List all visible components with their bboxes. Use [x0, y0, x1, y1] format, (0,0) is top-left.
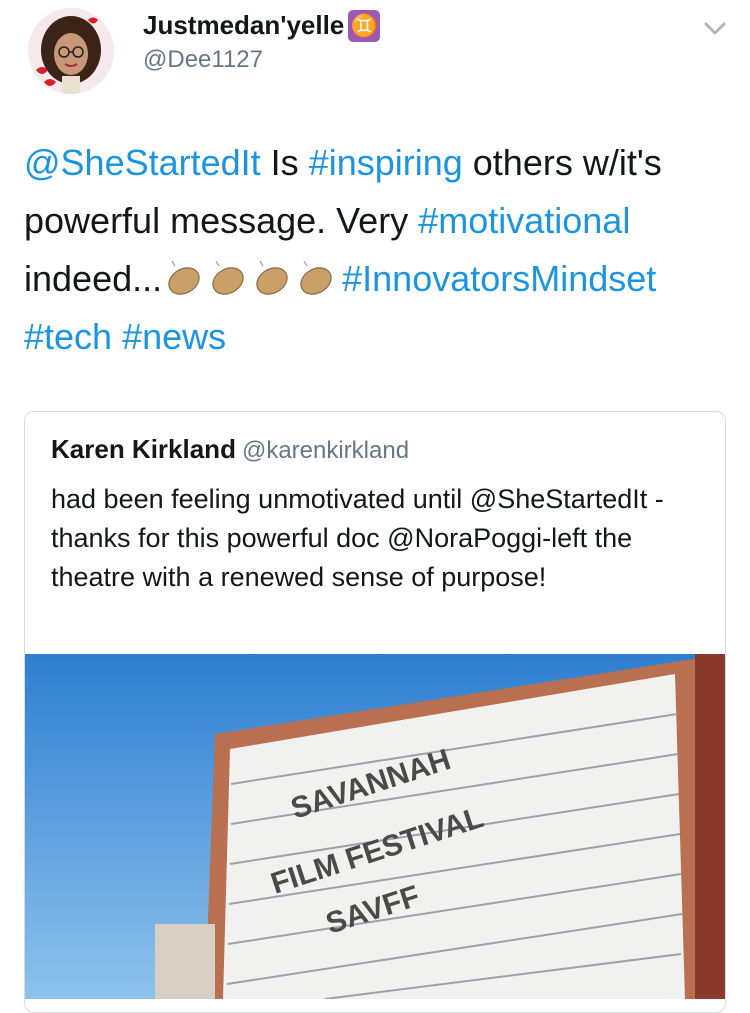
quoted-author[interactable]: Karen Kirkland @karenkirkland [51, 434, 409, 465]
author-handle[interactable]: @Dee1127 [143, 46, 263, 74]
hashtag-link[interactable]: #news [122, 316, 226, 357]
quoted-author-name: Karen Kirkland [51, 434, 236, 464]
hashtag-link[interactable]: #motivational [418, 200, 630, 241]
tweet-text: @SheStartedIt Is #inspiring others w/it'… [24, 134, 734, 366]
tweet-text-segment: Is [260, 142, 309, 183]
hashtag-link[interactable]: #InnovatorsMindset [342, 258, 656, 299]
quoted-tweet-text: had been feeling unmotivated until @SheS… [51, 484, 664, 592]
chevron-down-icon[interactable] [700, 14, 730, 44]
author-name-text: Justmedan'yelle [143, 10, 345, 40]
avatar-illustration [28, 8, 114, 94]
clapping-hands-icon [168, 260, 332, 295]
gemini-badge: ♊ [348, 10, 381, 42]
tweet-text-segment: indeed... [24, 258, 163, 299]
quoted-tweet-image[interactable]: SAVANNAH FILM FESTIVAL SAVFF [25, 654, 725, 999]
mention-link[interactable]: @SheStartedIt [24, 142, 261, 183]
author-display-name[interactable]: Justmedan'yelle ♊ [143, 10, 381, 42]
avatar[interactable] [28, 8, 114, 94]
clapping-hands-emoji-group [162, 258, 342, 299]
hashtag-link[interactable]: #inspiring [309, 142, 463, 183]
quoted-author-handle: @karenkirkland [241, 437, 410, 464]
hashtag-link[interactable]: #tech [24, 316, 112, 357]
tweet-header: Justmedan'yelle ♊ @Dee1127 [0, 0, 750, 110]
quoted-tweet-card[interactable]: Karen Kirkland @karenkirkland had been fe… [24, 411, 726, 1013]
